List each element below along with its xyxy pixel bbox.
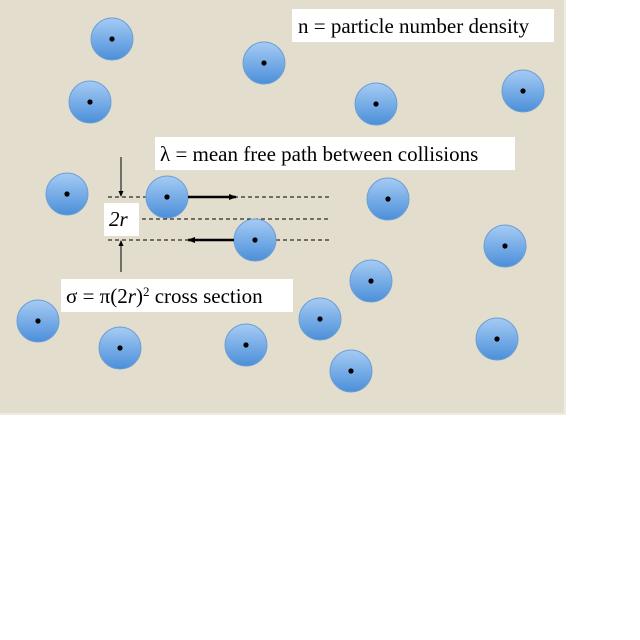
cross-section-close: ) bbox=[135, 284, 143, 308]
particle-center-dot bbox=[502, 243, 508, 249]
particle-center-dot bbox=[35, 318, 41, 324]
particle-center-dot bbox=[243, 342, 249, 348]
particle-center-dot bbox=[368, 278, 374, 284]
particle-center-dot bbox=[252, 237, 258, 243]
particle-center-dot bbox=[348, 368, 354, 374]
particle-center-dot bbox=[109, 36, 115, 42]
diameter-num: 2 bbox=[109, 207, 120, 231]
diameter-r: r bbox=[119, 207, 128, 231]
particle-center-dot bbox=[117, 345, 123, 351]
cross-section-label: σ = π(2r)2 cross section bbox=[61, 279, 293, 312]
particle-center-dot bbox=[385, 196, 391, 202]
particle-center-dot bbox=[87, 99, 93, 105]
particle-center-dot bbox=[494, 336, 500, 342]
lambda-symbol: λ bbox=[160, 142, 171, 166]
cross-section-suffix: cross section bbox=[149, 284, 263, 308]
particle-center-dot bbox=[64, 191, 70, 197]
particle-center-dot bbox=[261, 60, 267, 66]
particle-center-dot bbox=[317, 316, 323, 322]
cross-section-prefix: σ = π(2 bbox=[66, 284, 128, 308]
density-label: n = particle number density bbox=[292, 9, 554, 42]
density-text: n = particle number density bbox=[298, 14, 530, 38]
mean-free-path-text: = mean free path between collisions bbox=[170, 142, 479, 166]
cross-section-r: r bbox=[127, 284, 136, 308]
particle-center-dot bbox=[520, 88, 526, 94]
diameter-label: 2r bbox=[104, 203, 139, 236]
particle-center-dot bbox=[373, 101, 379, 107]
mean-free-path-label: λ = mean free path between collisions bbox=[155, 137, 515, 170]
particle-scene bbox=[16, 17, 545, 393]
particle-center-dot bbox=[164, 194, 170, 200]
